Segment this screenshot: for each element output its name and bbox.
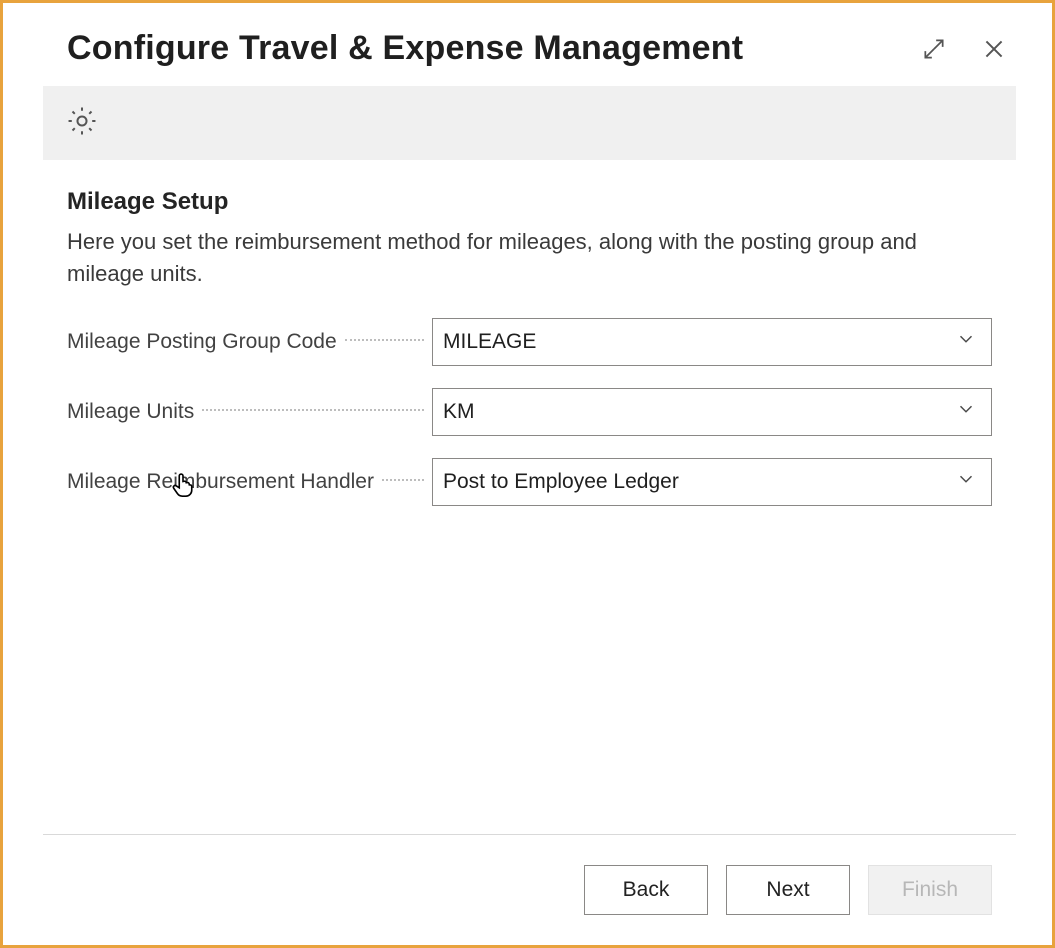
- field-label: Mileage Units: [67, 400, 198, 424]
- chevron-down-icon: [955, 398, 977, 426]
- field-label: Mileage Reimbursement Handler: [67, 470, 378, 494]
- gear-icon: [65, 104, 99, 143]
- select-value: MILEAGE: [443, 330, 536, 354]
- section-title: Mileage Setup: [67, 188, 992, 216]
- select-value: Post to Employee Ledger: [443, 470, 679, 494]
- wizard-footer: Back Next Finish: [43, 834, 1016, 915]
- dialog-title: Configure Travel & Expense Management: [67, 29, 743, 68]
- expand-icon[interactable]: [916, 31, 952, 67]
- select-value: KM: [443, 400, 475, 424]
- field-label-wrap: Mileage Posting Group Code: [67, 330, 432, 354]
- label-dots: [202, 409, 424, 411]
- section-description: Here you set the reimbursement method fo…: [67, 226, 967, 290]
- field-mileage-posting-group: Mileage Posting Group Code MILEAGE: [67, 318, 992, 366]
- wizard-dialog: Configure Travel & Expense Management: [0, 0, 1055, 948]
- field-label-wrap: Mileage Reimbursement Handler: [67, 470, 432, 494]
- back-button[interactable]: Back: [584, 865, 708, 915]
- wizard-content: Mileage Setup Here you set the reimburse…: [43, 160, 1016, 834]
- mileage-posting-group-select[interactable]: MILEAGE: [432, 318, 992, 366]
- chevron-down-icon: [955, 468, 977, 496]
- dialog-header: Configure Travel & Expense Management: [43, 29, 1016, 86]
- header-actions: [916, 31, 1012, 67]
- field-mileage-units: Mileage Units KM: [67, 388, 992, 436]
- label-dots: [382, 479, 424, 481]
- next-button[interactable]: Next: [726, 865, 850, 915]
- field-mileage-reimbursement-handler: Mileage Reimbursement Handler Post to Em…: [67, 458, 992, 506]
- toolbar-band: [43, 86, 1016, 160]
- chevron-down-icon: [955, 328, 977, 356]
- mileage-units-select[interactable]: KM: [432, 388, 992, 436]
- label-dots: [345, 339, 424, 341]
- mileage-reimbursement-handler-select[interactable]: Post to Employee Ledger: [432, 458, 992, 506]
- close-icon[interactable]: [976, 31, 1012, 67]
- field-label: Mileage Posting Group Code: [67, 330, 341, 354]
- finish-button: Finish: [868, 865, 992, 915]
- field-label-wrap: Mileage Units: [67, 400, 432, 424]
